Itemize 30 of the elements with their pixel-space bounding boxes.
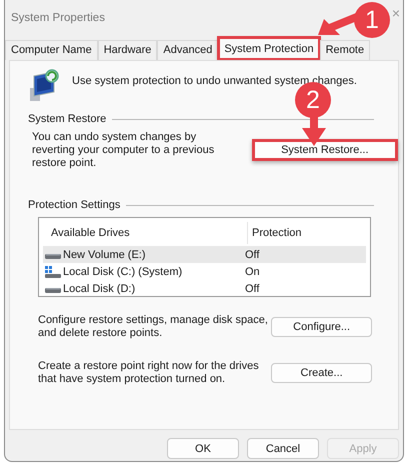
action-button[interactable]: Create... xyxy=(271,363,372,383)
system-drive-icon xyxy=(45,266,61,278)
tab[interactable]: System Protection xyxy=(218,37,320,60)
drive-name: Local Disk (D:) xyxy=(63,282,136,294)
tab[interactable]: Computer Name xyxy=(5,40,98,60)
description-text: You can undo system changes by reverting your computer to a previous restore point. xyxy=(32,130,216,170)
group-title: Protection Settings xyxy=(28,199,120,211)
list-row[interactable]: New Volume (E:) Off xyxy=(43,246,366,263)
protection-status: On xyxy=(244,266,260,278)
list-row[interactable]: Local Disk (D:) Off xyxy=(43,280,366,297)
dialog-button[interactable]: OK xyxy=(167,438,239,459)
description-text: Configure restore settings, manage disk space, and delete restore points. xyxy=(38,314,269,340)
dialog-button[interactable]: Cancel xyxy=(247,438,319,459)
tab[interactable]: Hardware xyxy=(98,40,158,60)
system-restore-button[interactable]: System Restore... xyxy=(252,139,398,161)
protection-status: Off xyxy=(244,282,260,294)
step-badge: 1 xyxy=(354,2,390,38)
tab[interactable]: Remote xyxy=(320,40,370,60)
description-text: Create a restore point right now for the drives that have system protection turned on. xyxy=(38,360,260,386)
action-button[interactable]: Configure... xyxy=(271,317,372,337)
column-header[interactable]: Protection xyxy=(248,227,302,239)
drive-name: Local Disk (C:) (System) xyxy=(63,266,182,278)
group-title: System Restore xyxy=(28,113,106,125)
tab[interactable]: Advanced xyxy=(157,40,218,60)
drive-name: New Volume (E:) xyxy=(63,248,146,260)
column-header[interactable]: Available Drives xyxy=(43,222,248,244)
computer-icon xyxy=(28,68,60,102)
window-title: System Properties xyxy=(11,12,105,24)
list-row[interactable]: Local Disk (C:) (System) On xyxy=(43,263,366,280)
protection-status: Off xyxy=(244,248,260,260)
